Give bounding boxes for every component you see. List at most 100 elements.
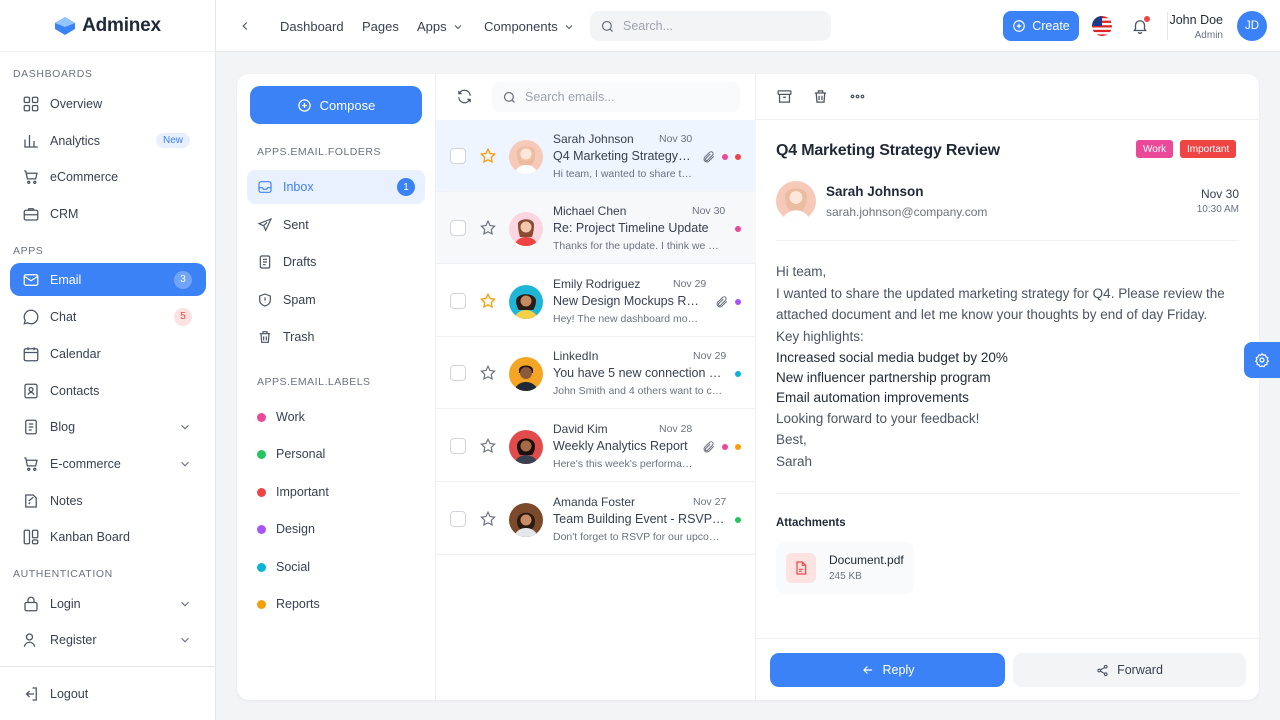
row-checkbox[interactable] <box>450 148 466 164</box>
row-preview: Thanks for the update. I think we should <box>553 240 723 252</box>
sidebar-item-label: Register <box>50 632 97 647</box>
row-subject: You have 5 new connection requests <box>553 366 725 380</box>
global-search-input[interactable] <box>623 19 813 33</box>
folder-trash[interactable]: Trash <box>247 320 425 354</box>
email-row[interactable]: LinkedIn Nov 29 You have 5 new connectio… <box>436 337 756 409</box>
row-checkbox[interactable] <box>450 220 466 236</box>
row-checkbox[interactable] <box>450 365 466 381</box>
chevron-down-icon <box>181 637 189 643</box>
label-important[interactable]: Important <box>257 485 329 499</box>
star-icon[interactable] <box>479 510 497 528</box>
attachment-card[interactable]: Document.pdf 245 KB <box>776 542 914 594</box>
settings-button[interactable] <box>1244 342 1280 378</box>
chevron-down-icon <box>565 24 573 29</box>
label-dot <box>257 524 266 534</box>
folder-drafts[interactable]: Drafts <box>247 245 425 279</box>
row-preview: Here's this week's performance <box>553 458 693 470</box>
label-name: Personal <box>276 447 326 461</box>
sidebar-item-register[interactable]: Register <box>10 623 206 656</box>
sidebar-item-e-commerce[interactable]: E-commerce <box>10 447 206 480</box>
trash-icon[interactable] <box>812 88 829 105</box>
nav-link-dashboard[interactable]: Dashboard <box>280 19 344 34</box>
sidebar-item-overview[interactable]: Overview <box>10 87 206 120</box>
email-row[interactable]: David Kim Nov 28 Weekly Analytics Report… <box>436 410 756 482</box>
chevron-left-icon[interactable] <box>238 19 252 33</box>
row-checkbox[interactable] <box>450 293 466 309</box>
row-date: Nov 30 <box>659 133 693 145</box>
sidebar-item-crm[interactable]: CRM <box>10 197 206 230</box>
star-filled-icon[interactable] <box>479 147 497 165</box>
email-row[interactable]: Emily Rodriguez Nov 29 New Design Mockup… <box>436 265 756 337</box>
email-date: Nov 30 <box>1200 187 1239 201</box>
user-avatar[interactable]: JD <box>1237 11 1267 41</box>
nav-link-pages[interactable]: Pages <box>362 19 399 34</box>
sidebar-item-ecommerce[interactable]: eCommerce <box>10 160 206 193</box>
logout-label: Logout <box>50 686 89 701</box>
sidebar-item-email[interactable]: Email 3 <box>10 263 206 296</box>
folder-spam[interactable]: Spam <box>247 283 425 317</box>
email-row[interactable]: Amanda Foster Nov 27 Team Building Event… <box>436 483 756 555</box>
lock-icon <box>24 596 38 611</box>
label-personal[interactable]: Personal <box>257 447 325 461</box>
sidebar-item-chat[interactable]: Chat 5 <box>10 300 206 333</box>
row-checkbox[interactable] <box>450 511 466 527</box>
sidebar-item-analytics[interactable]: Analytics New <box>10 124 206 157</box>
plus-circle-icon <box>297 98 311 112</box>
reply-button[interactable]: Reply <box>770 653 1005 687</box>
label-name: Reports <box>276 597 320 611</box>
logout-button[interactable]: Logout <box>10 677 206 710</box>
grid-icon <box>23 96 39 111</box>
create-button[interactable]: Create <box>1003 11 1079 41</box>
row-sender: Michael Chen <box>553 204 627 218</box>
nav-link-label: Pages <box>362 19 399 34</box>
global-search[interactable] <box>590 11 831 41</box>
label-design[interactable]: Design <box>257 522 315 536</box>
row-subject: Weekly Analytics Report <box>553 439 688 453</box>
row-preview: Don't forget to RSVP for our upcoming <box>553 531 726 543</box>
refresh-icon[interactable] <box>456 88 473 105</box>
email-row[interactable]: Michael Chen Nov 30 Re: Project Timeline… <box>436 192 756 264</box>
email-count-badge: 3 <box>174 270 192 289</box>
sidebar-item-contacts[interactable]: Contacts <box>10 374 206 407</box>
star-icon[interactable] <box>479 219 497 237</box>
reply-button-label: Reply <box>882 663 915 677</box>
row-sender: David Kim <box>553 422 608 436</box>
forward-button[interactable]: Forward <box>1013 653 1246 687</box>
sidebar-item-label: Analytics <box>50 133 101 148</box>
row-checkbox[interactable] <box>450 438 466 454</box>
label-dot <box>257 412 266 422</box>
nav-link-components[interactable]: Components <box>484 19 575 34</box>
label-name: Design <box>276 522 315 536</box>
sender-avatar <box>776 181 816 221</box>
star-icon[interactable] <box>479 364 497 382</box>
divider <box>776 240 1239 241</box>
label-work[interactable]: Work <box>257 410 305 424</box>
more-horizontal-icon[interactable] <box>849 88 866 105</box>
avatar <box>509 140 543 174</box>
folder-sent[interactable]: Sent <box>247 208 425 242</box>
sidebar-item-blog[interactable]: Blog <box>10 410 206 443</box>
sidebar-item-calendar[interactable]: Calendar <box>10 337 206 370</box>
label-name: Social <box>276 560 311 574</box>
sidebar-item-kanban-board[interactable]: Kanban Board <box>10 520 206 553</box>
email-search[interactable] <box>492 82 740 112</box>
label-reports[interactable]: Reports <box>257 597 320 611</box>
star-icon[interactable] <box>479 437 497 455</box>
brand-logo-icon <box>55 16 76 35</box>
nav-link-apps[interactable]: Apps <box>417 19 464 34</box>
sidebar-item-notes[interactable]: Notes <box>10 484 206 517</box>
compose-button[interactable]: Compose <box>250 86 422 124</box>
email-search-input[interactable] <box>525 90 725 104</box>
us-flag-icon[interactable] <box>1092 16 1112 36</box>
star-filled-icon[interactable] <box>479 292 497 310</box>
label-dot <box>257 449 266 459</box>
new-badge: New <box>155 133 190 148</box>
sidebar-item-label: eCommerce <box>50 169 119 184</box>
brand[interactable]: Adminex <box>0 0 215 52</box>
label-dot <box>257 599 266 609</box>
archive-icon[interactable] <box>776 88 793 105</box>
folder-inbox[interactable]: Inbox 1 <box>247 170 425 204</box>
label-social[interactable]: Social <box>257 560 310 574</box>
email-row[interactable]: Sarah Johnson Nov 30 Q4 Marketing Strate… <box>436 120 756 192</box>
sidebar-item-login[interactable]: Login <box>10 587 206 620</box>
